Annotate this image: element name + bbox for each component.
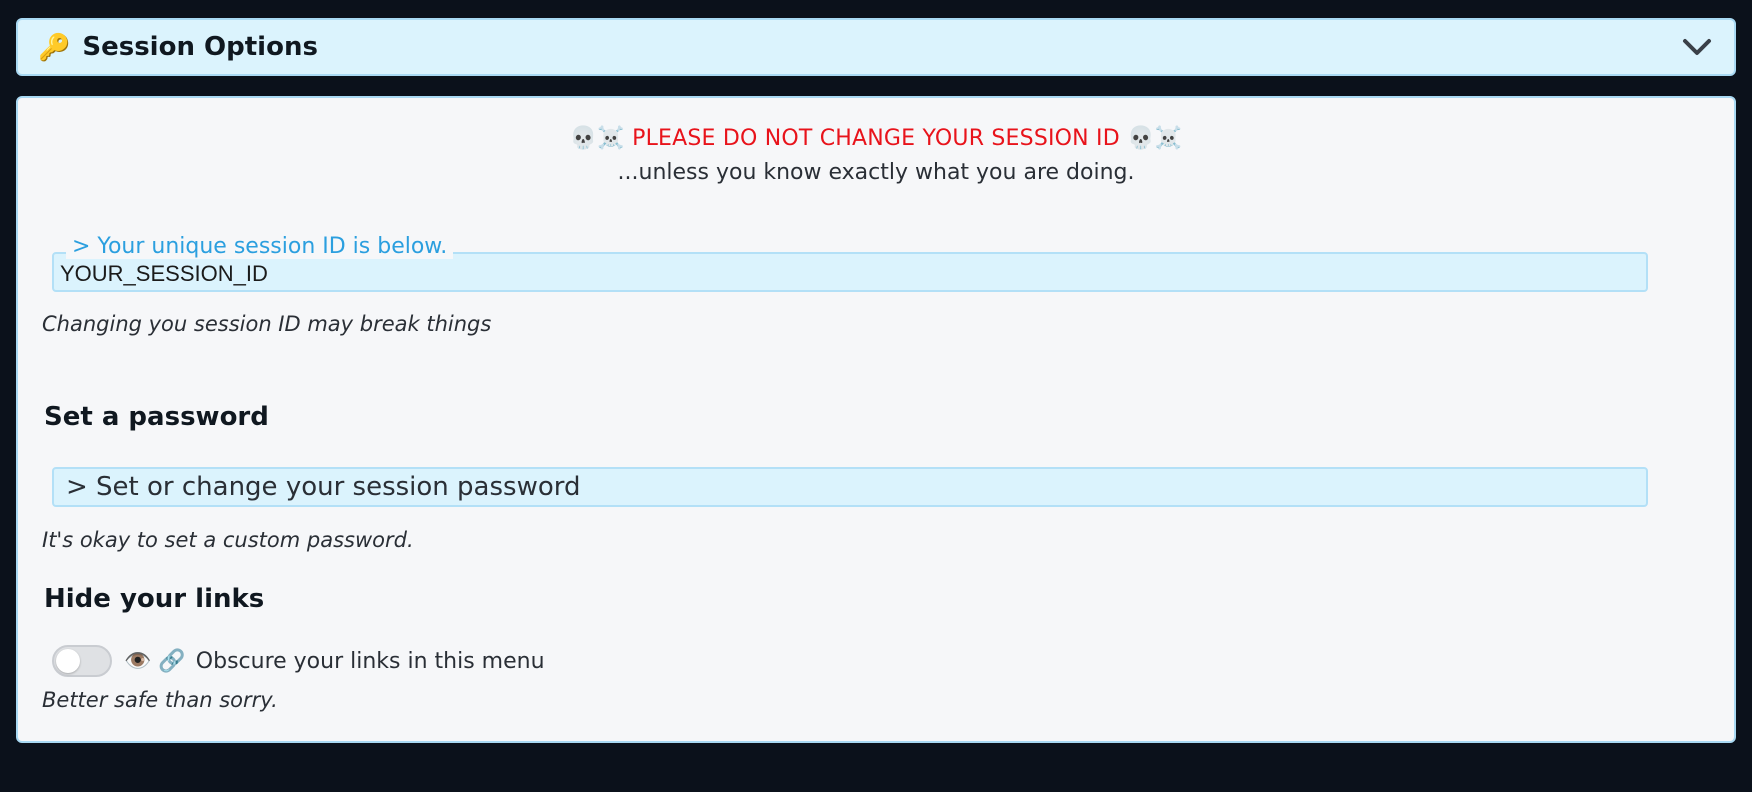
eye-link-icon: 👁️ 🔗 xyxy=(124,648,186,674)
warning-subtext: ...unless you know exactly what you are … xyxy=(617,160,1135,185)
password-hint: It's okay to set a custom password. xyxy=(42,528,414,552)
session-warning: 💀☠️ PLEASE DO NOT CHANGE YOUR SESSION ID… xyxy=(18,126,1734,151)
skull-crossbones-icon: 💀☠️ xyxy=(1127,126,1183,151)
session-options-header[interactable]: 🔑 Session Options xyxy=(16,18,1736,76)
session-options-panel: 💀☠️ PLEASE DO NOT CHANGE YOUR SESSION ID… xyxy=(16,96,1736,743)
toggle-knob xyxy=(56,649,80,673)
session-id-legend: > Your unique session ID is below. xyxy=(66,234,454,259)
chevron-down-icon[interactable] xyxy=(1680,30,1714,64)
hide-links-row: 👁️ 🔗 Obscure your links in this menu xyxy=(52,645,545,677)
hide-links-hint: Better safe than sorry. xyxy=(42,688,278,712)
hide-links-toggle[interactable] xyxy=(52,645,112,677)
section-title: Session Options xyxy=(82,32,318,62)
hide-links-label: Obscure your links in this menu xyxy=(195,648,545,674)
session-id-hint: Changing you session ID may break things xyxy=(42,312,492,336)
password-input[interactable] xyxy=(52,467,1648,507)
skull-crossbones-icon: 💀☠️ xyxy=(569,126,625,151)
hide-links-heading: Hide your links xyxy=(44,584,265,614)
key-icon: 🔑 xyxy=(38,33,71,63)
password-heading: Set a password xyxy=(44,402,269,432)
warning-text: PLEASE DO NOT CHANGE YOUR SESSION ID xyxy=(632,126,1120,151)
